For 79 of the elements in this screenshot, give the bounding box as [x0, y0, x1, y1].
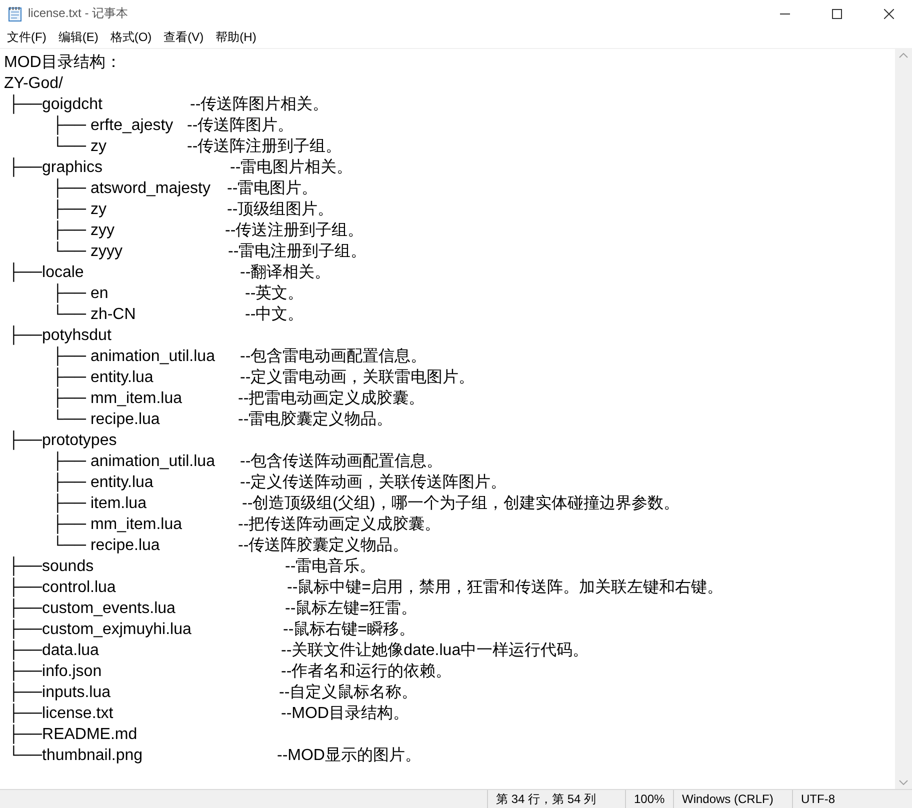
status-field: 第 34 行，第 54 列 — [487, 790, 625, 808]
comment-text: --MOD显示的图片。 — [277, 746, 421, 766]
status-field: 100% — [625, 790, 673, 808]
tree-entry: └── zyyy — [52, 241, 124, 262]
tree-entry: ├── atsword_majesty — [52, 178, 212, 199]
comment-text: --鼠标右键=瞬移。 — [283, 620, 415, 640]
comment-text: --雷电图片相关。 — [230, 158, 353, 178]
tree-entry: ├── item.lua — [52, 493, 148, 514]
close-icon — [884, 8, 894, 18]
tree-entry: ├── animation_util.lua — [52, 451, 216, 472]
comment-text: --英文。 — [245, 284, 304, 304]
tree-entry: ├── en — [52, 283, 110, 304]
tree-entry: ├──sounds — [8, 556, 95, 577]
menu-item[interactable]: 格式(O) — [104, 27, 158, 48]
comment-text: --包含传送阵动画配置信息。 — [240, 452, 443, 472]
tree-entry: └── zy — [52, 136, 108, 157]
tree-entry: ├──custom_events.lua — [8, 598, 176, 619]
tree-entry: ├──info.json — [8, 661, 103, 682]
tree-entry: └── recipe.lua — [52, 409, 161, 430]
comment-text: --雷电音乐。 — [285, 556, 376, 577]
notepad-icon — [8, 6, 22, 22]
tree-entry: ├── mm_item.lua — [52, 388, 184, 409]
comment-text: --定义传送阵动画，关联传送阵图片。 — [240, 472, 507, 493]
scroll-down-icon[interactable] — [899, 780, 908, 785]
comment-text: --自定义鼠标名称。 — [279, 682, 418, 703]
comment-text: --传送阵注册到子组。 — [187, 136, 342, 157]
comment-text: --创造顶级组(父组)，哪一个为子组，创建实体碰撞边界参数。 — [242, 494, 680, 514]
tree-entry: ├──goigdcht — [8, 94, 104, 115]
tree-entry: ├──potyhsdut — [8, 325, 112, 346]
scrollbar[interactable] — [895, 49, 912, 789]
tree-entry: └──thumbnail.png — [8, 745, 144, 766]
comment-text: --雷电图片。 — [227, 178, 318, 199]
comment-text: --作者名和运行的依赖。 — [281, 662, 452, 682]
status-field: Windows (CRLF) — [673, 790, 792, 808]
tree-entry: ├── animation_util.lua — [52, 346, 216, 367]
comment-text: --顶级组图片。 — [227, 200, 334, 220]
tree-entry: ├──locale — [8, 262, 85, 283]
tree-entry: ├──graphics — [8, 157, 104, 178]
tree-entry: ├── entity.lua — [52, 472, 154, 493]
tree-entry: ├── mm_item.lua — [52, 514, 184, 535]
menu-item[interactable]: 帮助(H) — [210, 27, 262, 48]
tree-entry: ├──custom_exjmuyhi.lua — [8, 619, 192, 640]
comment-text: --雷电注册到子组。 — [228, 242, 367, 262]
tree-entry: ├── zy — [52, 199, 108, 220]
text-line: MOD目录结构： — [4, 52, 122, 73]
comment-text: --鼠标左键=狂雷。 — [285, 599, 417, 619]
tree-entry: ├──control.lua — [8, 577, 117, 598]
tree-entry: ├──inputs.lua — [8, 682, 112, 703]
status-field: UTF-8 — [792, 790, 902, 808]
tree-entry: ├── zyy — [52, 220, 116, 241]
text-line: ZY-God/ — [4, 74, 63, 94]
comment-text: --传送注册到子组。 — [225, 220, 364, 241]
tree-entry: ├── entity.lua — [52, 367, 154, 388]
menu-item[interactable]: 编辑(E) — [52, 27, 104, 48]
comment-text: --把传送阵动画定义成胶囊。 — [238, 514, 441, 535]
comment-text: --定义雷电动画，关联雷电图片。 — [240, 368, 475, 388]
tree-entry: ├──README.md — [8, 724, 138, 745]
comment-text: --MOD目录结构。 — [281, 704, 409, 724]
maximize-icon — [832, 8, 842, 18]
comment-text: --传送阵图片。 — [187, 116, 294, 136]
comment-text: --中文。 — [245, 304, 304, 325]
comment-text: --包含雷电动画配置信息。 — [240, 346, 427, 367]
window-title: license.txt - 记事本 — [28, 5, 130, 22]
scroll-up-icon[interactable] — [899, 53, 908, 58]
menu-item[interactable]: 查看(V) — [158, 27, 210, 48]
comment-text: --翻译相关。 — [240, 262, 331, 283]
tree-entry: ├──license.txt — [8, 703, 114, 724]
tree-entry: └── zh-CN — [52, 304, 137, 325]
comment-text: --关联文件让她像date.lua中一样运行代码。 — [281, 640, 589, 661]
comment-text: --传送阵图片相关。 — [190, 94, 329, 115]
menu-item[interactable]: 文件(F) — [1, 27, 52, 48]
tree-entry: ├──prototypes — [8, 430, 117, 451]
comment-text: --鼠标中键=启用，禁用，狂雷和传送阵。加关联左键和右键。 — [287, 578, 723, 598]
tree-entry: ├──data.lua — [8, 640, 100, 661]
comment-text: --传送阵胶囊定义物品。 — [238, 536, 409, 556]
tree-entry: ├── erfte_ajesty — [52, 115, 174, 136]
tree-entry: └── recipe.lua — [52, 535, 161, 556]
comment-text: --雷电胶囊定义物品。 — [238, 410, 393, 430]
comment-text: --把雷电动画定义成胶囊。 — [238, 388, 425, 409]
